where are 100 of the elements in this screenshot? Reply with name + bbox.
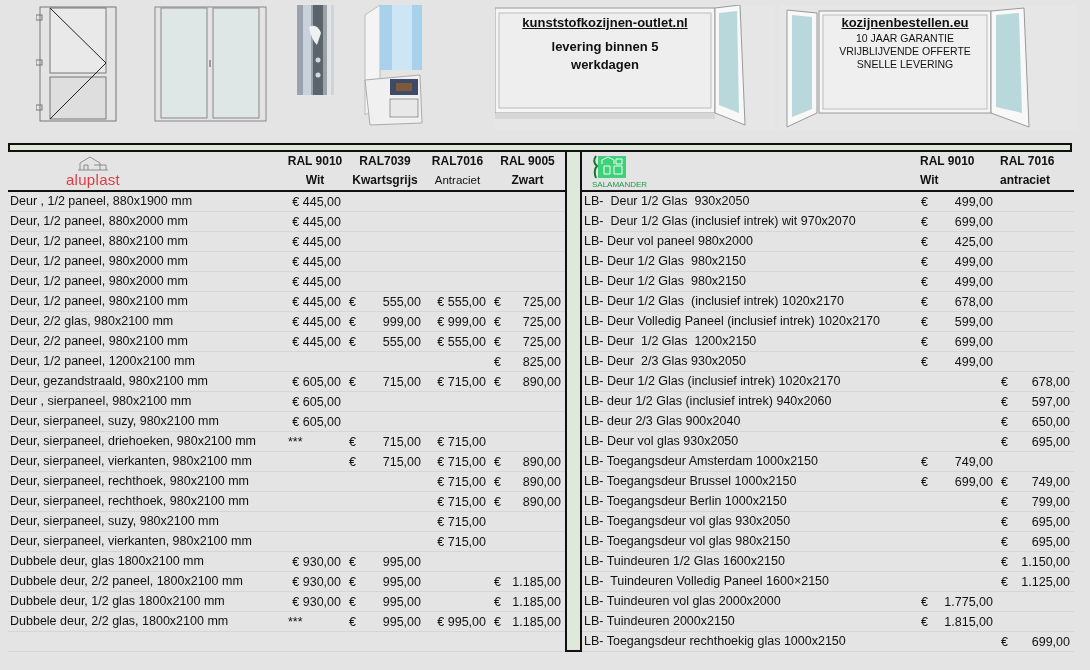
- product-name: LB- Deur 1/2 Glas 1200x2150: [583, 333, 758, 350]
- currency-symbol: €: [921, 254, 928, 269]
- product-name: LB- Toegangsdeur Brussel 1000x2150: [583, 473, 798, 490]
- price-amount: 699,00: [1031, 634, 1070, 649]
- product-name: LB- Tuindeuren Volledig Paneel 1600×2150: [583, 573, 830, 590]
- price: € 715,00: [437, 534, 486, 549]
- price-amount: 715,00: [382, 434, 421, 449]
- product-name: Deur, 1/2 paneel, 880x2100 mm: [9, 233, 189, 250]
- price-amount: 678,00: [1031, 374, 1070, 389]
- price-amount: 715,00: [382, 374, 421, 389]
- product-name: LB- Deur 1/2 Glas (inclusief intrek) wit 970x2070: [583, 213, 857, 230]
- price: € 605,00: [292, 374, 341, 389]
- note-marker: ***: [288, 434, 303, 449]
- price: € 445,00: [292, 194, 341, 209]
- product-name: Deur , 1/2 paneel, 880x1900 mm: [9, 193, 194, 210]
- price: € 445,00: [292, 314, 341, 329]
- currency-symbol: €: [1001, 434, 1008, 449]
- price-amount: 695,00: [1031, 434, 1070, 449]
- currency-symbol: €: [1001, 474, 1008, 489]
- currency-symbol: €: [494, 454, 501, 469]
- price-amount: 678,00: [954, 294, 993, 309]
- price-amount: 890,00: [522, 474, 561, 489]
- product-name: Deur, sierpaneel, suzy, 980x2100 mm: [9, 413, 220, 430]
- banner-text: 10 JAAR GARANTIE: [855, 32, 955, 45]
- product-name: Deur, sierpaneel, vierkanten, 980x2100 mm: [9, 533, 253, 550]
- price-amount: 999,00: [382, 314, 421, 329]
- price-amount: 995,00: [382, 554, 421, 569]
- currency-symbol: €: [921, 354, 928, 369]
- currency-symbol: €: [494, 294, 501, 309]
- price: € 555,00: [437, 294, 486, 309]
- price-amount: 749,00: [1031, 474, 1070, 489]
- column-color-name: Wit: [305, 172, 325, 189]
- price-amount: 749,00: [954, 454, 993, 469]
- currency-symbol: €: [1001, 494, 1008, 509]
- price-amount: 555,00: [382, 294, 421, 309]
- price: € 715,00: [437, 514, 486, 529]
- price-amount: 1.775,00: [944, 594, 993, 609]
- price-amount: 799,00: [1031, 494, 1070, 509]
- price: € 445,00: [292, 234, 341, 249]
- column-color-name: Wit: [920, 172, 939, 189]
- product-name: Deur, sierpaneel, rechthoek, 980x2100 mm: [9, 473, 251, 490]
- product-name: LB- Deur 1/2 Glas 930x2050: [583, 193, 751, 210]
- product-name: Deur, 2/2 paneel, 980x2100 mm: [9, 333, 189, 350]
- product-name: LB- Deur 1/2 Glas 980x2150: [583, 253, 747, 270]
- currency-symbol: €: [1001, 514, 1008, 529]
- price-amount: 725,00: [522, 294, 561, 309]
- product-name: LB- Toegangsdeur Amsterdam 1000x2150: [583, 453, 819, 470]
- price-amount: 1.815,00: [944, 614, 993, 629]
- price: € 605,00: [292, 394, 341, 409]
- product-name: Deur, sierpaneel, rechthoek, 980x2100 mm: [9, 493, 251, 510]
- price-amount: 715,00: [382, 454, 421, 469]
- product-name: Deur, gezandstraald, 980x2100 mm: [9, 373, 210, 390]
- currency-symbol: €: [1001, 634, 1008, 649]
- price: € 445,00: [292, 294, 341, 309]
- product-name: Deur, 1/2 paneel, 880x2000 mm: [9, 213, 189, 230]
- currency-symbol: €: [921, 454, 928, 469]
- product-name: LB- Toegangsdeur vol glas 980x2150: [583, 533, 792, 550]
- currency-symbol: €: [1001, 574, 1008, 589]
- currency-symbol: €: [494, 374, 501, 389]
- product-name: Deur, 1/2 paneel, 980x2000 mm: [9, 273, 189, 290]
- currency-symbol: €: [349, 454, 356, 469]
- price-amount: 499,00: [954, 354, 993, 369]
- currency-symbol: €: [349, 554, 356, 569]
- price: € 445,00: [292, 274, 341, 289]
- price-amount: 1.185,00: [512, 594, 561, 609]
- price: € 555,00: [437, 334, 486, 349]
- banner-text: VRIJBLIJVENDE OFFERTE: [838, 45, 972, 58]
- currency-symbol: €: [349, 434, 356, 449]
- price: € 605,00: [292, 414, 341, 429]
- price-amount: 599,00: [954, 314, 993, 329]
- product-name: Deur, 1/2 paneel, 980x2100 mm: [9, 293, 189, 310]
- currency-symbol: €: [921, 274, 928, 289]
- website-link[interactable]: kozijnenbestellen.eu: [841, 15, 969, 30]
- product-name: Deur, 1/2 paneel, 1200x2100 mm: [9, 353, 196, 370]
- column-code: RAL 9010: [287, 153, 343, 170]
- website-link[interactable]: kunststofkozijnen-outlet.nl: [522, 15, 688, 30]
- currency-symbol: €: [1001, 414, 1008, 429]
- currency-symbol: €: [921, 314, 928, 329]
- column-code: RAL 9010: [920, 153, 975, 170]
- currency-symbol: €: [1001, 394, 1008, 409]
- currency-symbol: €: [1001, 534, 1008, 549]
- product-name: LB- Deur 1/2 Glas 980x2150: [583, 273, 747, 290]
- price-amount: 699,00: [954, 334, 993, 349]
- currency-symbol: €: [349, 574, 356, 589]
- price-amount: 695,00: [1031, 534, 1070, 549]
- product-name: LB- Deur vol paneel 980x2000: [583, 233, 754, 250]
- currency-symbol: €: [494, 474, 501, 489]
- price-amount: 699,00: [954, 214, 993, 229]
- price-amount: 425,00: [954, 234, 993, 249]
- price-amount: 650,00: [1031, 414, 1070, 429]
- price-amount: 825,00: [522, 354, 561, 369]
- price: € 995,00: [437, 614, 486, 629]
- price-amount: 695,00: [1031, 514, 1070, 529]
- price-amount: 1.185,00: [512, 614, 561, 629]
- product-name: LB- Tuindeuren 1/2 Glas 1600x2150: [583, 553, 786, 570]
- product-name: Deur , sierpaneel, 980x2100 mm: [9, 393, 193, 410]
- product-name: Dubbele deur, 1/2 glas 1800x2100 mm: [9, 593, 226, 610]
- price-amount: 499,00: [954, 254, 993, 269]
- product-name: LB- Deur 1/2 Glas (inclusief intrek) 1020x2170: [583, 373, 842, 390]
- house-icon: [76, 154, 110, 171]
